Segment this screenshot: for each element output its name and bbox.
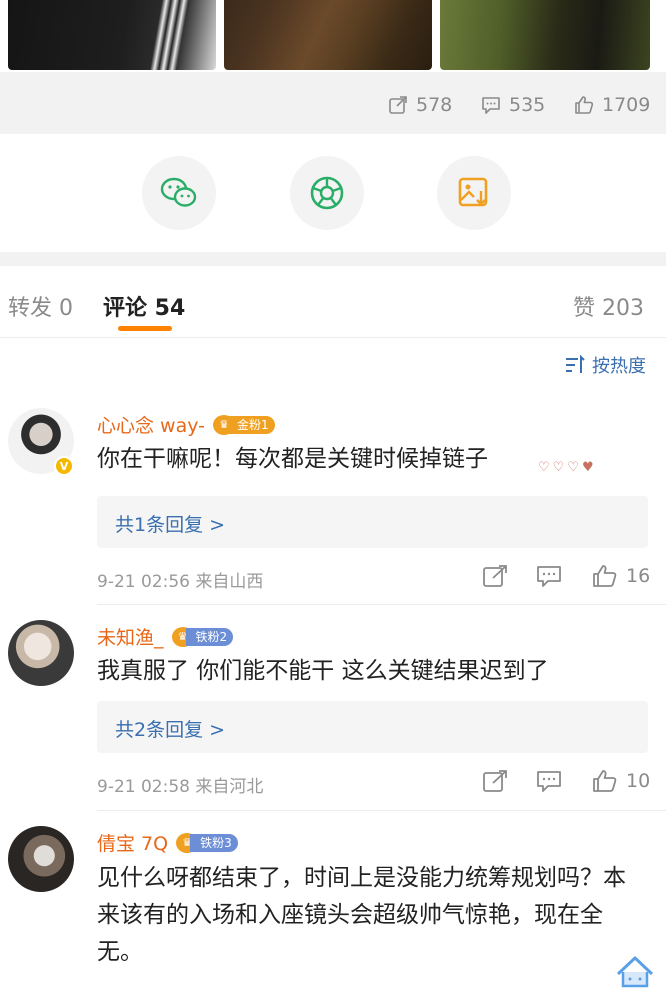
comment-text: 我真服了 你们能不能干 这么关键结果迟到了 bbox=[97, 658, 549, 684]
avatar[interactable] bbox=[8, 620, 74, 686]
reply-count-label: 共2条回复 > bbox=[115, 719, 226, 741]
comment-like-count: 10 bbox=[626, 770, 651, 792]
comment-tabs: 转发 0 评论 54 赞 203 bbox=[0, 266, 666, 338]
share-moments-button[interactable] bbox=[290, 156, 364, 230]
comment-meta: 9-21 02:58 来自河北 bbox=[97, 777, 264, 797]
comment-username[interactable]: 心心念 way- bbox=[97, 411, 205, 438]
sort-by-hot-button[interactable]: 按热度 bbox=[564, 352, 646, 378]
tab-likes[interactable]: 赞 203 bbox=[573, 290, 644, 322]
save-image-icon bbox=[458, 177, 488, 207]
moments-icon bbox=[310, 176, 344, 210]
view-replies-button[interactable]: 共1条回复 > bbox=[97, 496, 648, 548]
comment-username[interactable]: 未知渔_ bbox=[97, 623, 164, 650]
comment-like-count: 16 bbox=[626, 565, 651, 587]
section-divider bbox=[0, 252, 666, 266]
share-wechat-button[interactable] bbox=[142, 156, 216, 230]
tab-reposts[interactable]: 转发 0 bbox=[8, 290, 73, 322]
repost-icon[interactable] bbox=[482, 769, 508, 793]
post-image-1[interactable] bbox=[8, 0, 216, 70]
repost-stat[interactable]: 578 bbox=[388, 94, 452, 116]
fan-level-badge: ♛ 铁粉2 bbox=[171, 626, 234, 647]
comment-icon[interactable] bbox=[536, 769, 562, 793]
post-image-3[interactable] bbox=[440, 0, 650, 70]
repost-icon[interactable] bbox=[482, 564, 508, 588]
heart-hands-icon: ♡ bbox=[538, 460, 550, 475]
save-image-button[interactable] bbox=[437, 156, 511, 230]
comment-divider bbox=[97, 810, 666, 811]
verified-badge-icon: V bbox=[54, 456, 74, 476]
heart-icon: ♥ bbox=[581, 460, 594, 475]
comment-divider bbox=[97, 604, 666, 605]
share-row bbox=[0, 134, 666, 252]
comment-count: 535 bbox=[509, 94, 546, 116]
fan-level-label: 铁粉3 bbox=[190, 833, 238, 852]
fan-level-label: 铁粉2 bbox=[185, 627, 234, 646]
comment-meta: 9-21 02:56 来自山西 bbox=[97, 572, 264, 592]
repost-icon bbox=[389, 96, 407, 114]
like-count: 1709 bbox=[602, 94, 651, 116]
reply-count-label: 共1条回复 > bbox=[115, 514, 226, 536]
post-stats-bar: 578 535 1709 bbox=[0, 72, 666, 134]
comment-icon[interactable] bbox=[536, 564, 562, 588]
post-image-2[interactable] bbox=[224, 0, 432, 70]
comment-username[interactable]: 倩宝 7Q bbox=[97, 829, 168, 856]
sort-icon bbox=[566, 354, 585, 373]
heart-hands-icon: ♡ bbox=[552, 460, 565, 475]
comment-stat[interactable]: 535 bbox=[481, 94, 545, 116]
fan-level-badge: ♛ 铁粉3 bbox=[176, 832, 238, 853]
tab-comments[interactable]: 评论 54 bbox=[103, 290, 185, 322]
thumbs-up-icon[interactable] bbox=[592, 564, 618, 588]
repost-count: 578 bbox=[416, 94, 453, 116]
fan-level-label: 金粉1 bbox=[227, 415, 275, 434]
thumbs-up-icon[interactable] bbox=[592, 769, 618, 793]
post-image-strip bbox=[0, 0, 666, 72]
fan-level-badge: ♛ 金粉1 bbox=[213, 414, 275, 435]
home-float-icon[interactable] bbox=[612, 952, 658, 992]
sort-label: 按热度 bbox=[592, 356, 646, 377]
comment-text: 见什么呀都结束了，时间上是没能力统筹规划吗？本来该有的入场和入座镜头会超级帅气惊… bbox=[97, 865, 626, 965]
avatar[interactable] bbox=[8, 826, 74, 892]
wechat-icon bbox=[160, 177, 197, 207]
heart-hands-icon: ♡ bbox=[567, 460, 579, 475]
active-tab-indicator bbox=[118, 326, 172, 331]
view-replies-button[interactable]: 共2条回复 > bbox=[97, 701, 648, 753]
emoji-decoration: ♡ ♡ ♡ ♥ bbox=[538, 460, 594, 475]
like-stat[interactable]: 1709 bbox=[574, 94, 650, 116]
comment-icon bbox=[482, 97, 500, 114]
thumbs-up-icon bbox=[575, 96, 594, 114]
